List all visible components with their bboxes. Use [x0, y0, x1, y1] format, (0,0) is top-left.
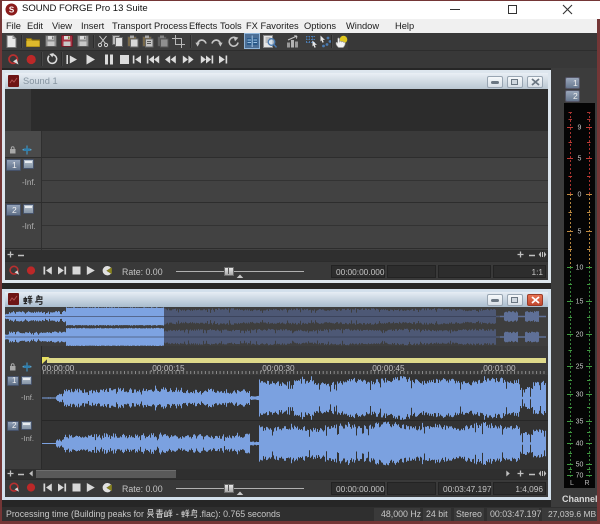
svg-text:0: 0 — [578, 192, 582, 199]
svg-text:70: 70 — [576, 473, 584, 480]
svg-text:30: 30 — [576, 392, 584, 399]
svg-text:R: R — [584, 480, 589, 487]
svg-text:50: 50 — [576, 462, 584, 469]
svg-text:15: 15 — [576, 299, 584, 306]
svg-text:10: 10 — [576, 265, 584, 272]
svg-text:25: 25 — [576, 364, 584, 371]
svg-text:40: 40 — [576, 441, 584, 448]
svg-text:9: 9 — [578, 125, 582, 132]
svg-text:20: 20 — [576, 332, 584, 339]
svg-text:L: L — [570, 480, 574, 487]
svg-text:5: 5 — [578, 156, 582, 163]
svg-text:5: 5 — [578, 229, 582, 236]
svg-text:35: 35 — [576, 419, 584, 426]
svg-text:S: S — [9, 6, 15, 15]
